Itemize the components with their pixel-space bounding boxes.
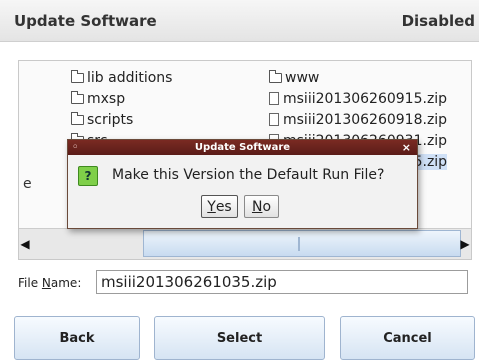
scroll-right-arrow-icon[interactable]: ▶ bbox=[459, 229, 471, 258]
select-button[interactable]: Select bbox=[154, 316, 325, 360]
dialog-titlebar[interactable]: ◦ Update Software × bbox=[68, 140, 417, 155]
file-name-text: lib additions bbox=[87, 69, 173, 86]
close-icon[interactable]: × bbox=[402, 140, 411, 155]
file-list-item[interactable]: msiii201306260918.zip bbox=[269, 109, 469, 130]
file-list-item[interactable]: msiii201306260915.zip bbox=[269, 88, 469, 109]
cancel-button[interactable]: Cancel bbox=[340, 316, 475, 360]
dialog-message: Make this Version the Default Run File? bbox=[112, 167, 385, 183]
file-name-label: File Name: bbox=[18, 276, 82, 290]
folder-icon bbox=[269, 69, 282, 83]
question-icon: ? bbox=[78, 166, 98, 186]
file-icon bbox=[269, 113, 279, 126]
status-label: Disabled bbox=[401, 12, 475, 30]
horizontal-scrollbar[interactable]: ◀ ▶ bbox=[19, 228, 471, 259]
file-name-text: scripts bbox=[87, 111, 134, 128]
page-title: Update Software bbox=[14, 12, 157, 30]
file-name-input[interactable] bbox=[96, 270, 468, 294]
back-button[interactable]: Back bbox=[14, 316, 140, 360]
file-list-item[interactable]: www bbox=[269, 67, 469, 88]
dialog-title: Update Software bbox=[194, 142, 291, 153]
folder-icon bbox=[71, 90, 84, 104]
yes-button[interactable]: Yes bbox=[201, 195, 238, 218]
header-bar: Update Software Disabled bbox=[0, 0, 479, 42]
confirm-dialog: ◦ Update Software × ? Make this Version … bbox=[67, 139, 418, 229]
scrollbar-thumb[interactable] bbox=[143, 230, 461, 257]
scrollbar-grip bbox=[298, 237, 300, 251]
dialog-menu-icon[interactable]: ◦ bbox=[72, 140, 78, 155]
folder-icon bbox=[71, 69, 84, 83]
row-label-partial: e bbox=[23, 176, 32, 192]
folder-icon bbox=[71, 111, 84, 125]
no-button[interactable]: No bbox=[244, 195, 279, 218]
scroll-left-arrow-icon[interactable]: ◀ bbox=[19, 229, 31, 258]
file-name-text: msiii201306260915.zip bbox=[283, 90, 448, 107]
file-name-text: www bbox=[285, 69, 320, 86]
file-name-text: msiii201306260918.zip bbox=[283, 111, 448, 128]
file-list-item[interactable]: mxsp bbox=[71, 88, 269, 109]
file-list-item[interactable]: scripts bbox=[71, 109, 269, 130]
file-list-item[interactable]: lib additions bbox=[71, 67, 269, 88]
file-icon bbox=[269, 92, 279, 105]
file-name-text: mxsp bbox=[87, 90, 126, 107]
